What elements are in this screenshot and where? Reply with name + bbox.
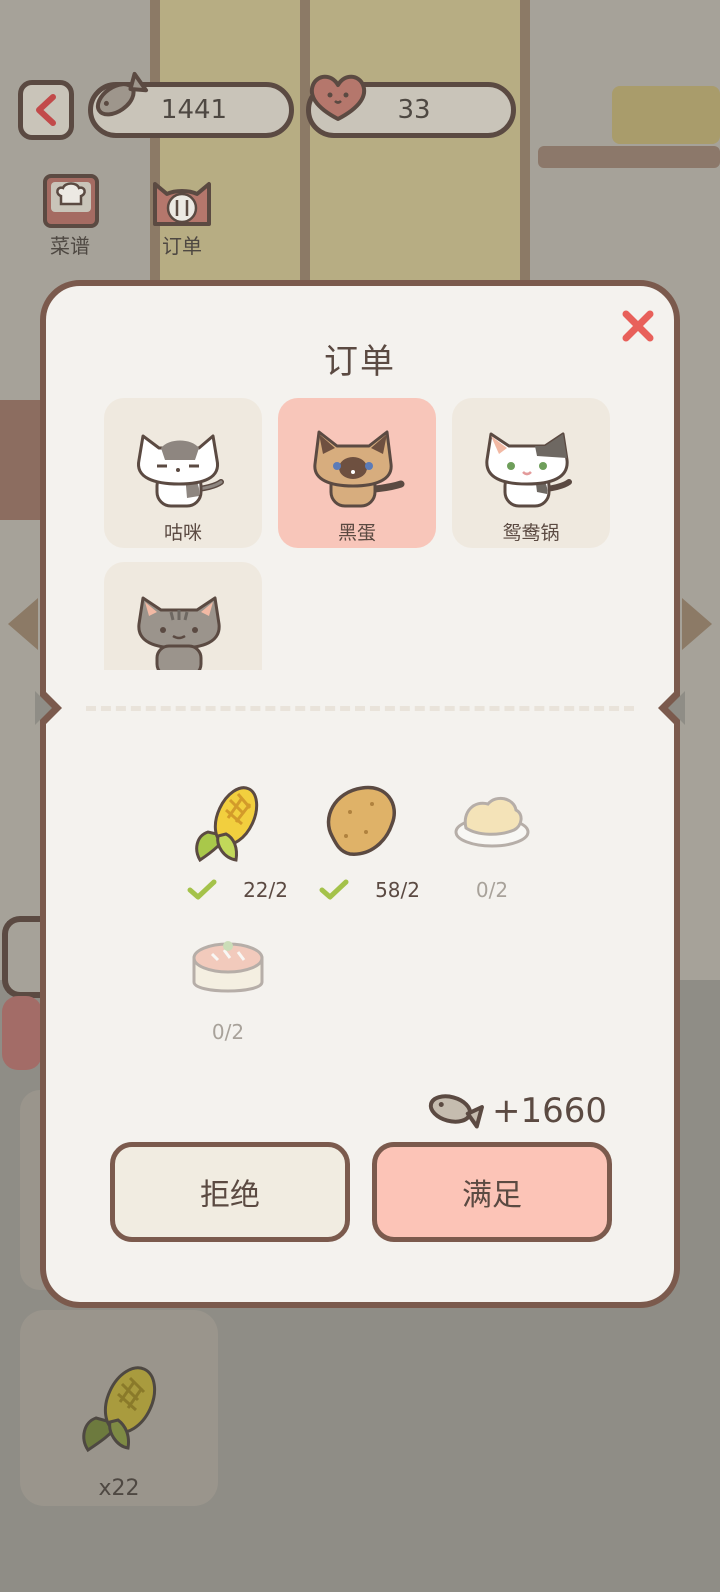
order-dialog: 订单 咕咪 黑蛋 鸳鸯锅 22/2 58/2 0/2 0/2 +1660 拒绝 … [35, 280, 685, 1308]
dialog-title: 订单 [324, 342, 396, 382]
heart-icon [309, 74, 367, 121]
back-button[interactable] [18, 80, 74, 140]
reject-button[interactable]: 拒绝 [110, 1142, 350, 1242]
calico-cat-icon [485, 432, 572, 508]
check-icon [319, 879, 349, 900]
rice-plate-icon [454, 796, 530, 848]
ingredient-item: 0/2 [168, 928, 288, 1044]
orders-button[interactable]: 订单 [142, 170, 222, 259]
ingredient-count-text: 58/2 [375, 878, 420, 902]
ingredient-count-text: 22/2 [243, 878, 288, 902]
cat-card[interactable] [104, 562, 262, 670]
corn-icon [82, 1366, 157, 1453]
ingredient-count: 58/2 [300, 878, 420, 902]
ingredient-count-text: 0/2 [211, 1020, 245, 1044]
window-frame [300, 0, 310, 280]
dashed-divider [86, 706, 634, 711]
cat-name: 鸳鸯锅 [502, 522, 560, 544]
ingredient-count: 22/2 [168, 878, 288, 902]
chevron-left-icon [36, 94, 56, 126]
prev-arrow [8, 598, 38, 650]
check-icon [187, 879, 217, 900]
fish-icon [428, 1094, 484, 1129]
cat-card[interactable]: 咕咪 [104, 398, 262, 548]
fish-icon [95, 71, 149, 117]
recipe-book-icon [43, 174, 99, 228]
dialog-notch-left [35, 686, 62, 730]
recipe-button[interactable]: 菜谱 [30, 170, 110, 259]
orders-label: 订单 [162, 234, 202, 258]
tabby-cat-icon [137, 596, 221, 670]
fish-cake-icon [192, 941, 264, 993]
ingredient-item: 58/2 [300, 782, 420, 902]
corn-icon [195, 786, 259, 862]
next-arrow [682, 598, 712, 650]
fish-currency: 1441 [88, 71, 294, 138]
background-tab [2, 996, 42, 1070]
ingredient-count: 0/2 [168, 1020, 288, 1044]
reward: +1660 [424, 1086, 607, 1136]
reward-amount: +1660 [492, 1091, 608, 1131]
accept-button[interactable]: 满足 [372, 1142, 612, 1242]
siamese-cat-icon [313, 430, 405, 508]
cat-list: 咕咪 黑蛋 鸳鸯锅 [104, 398, 624, 670]
grey-white-cat-icon [137, 434, 224, 508]
cat-bowl-icon [153, 182, 211, 226]
cat-name: 咕咪 [163, 522, 202, 544]
dialog-notch-right [658, 686, 685, 730]
ingredient-item: 22/2 [168, 782, 288, 902]
cat-card[interactable]: 鸳鸯锅 [452, 398, 610, 548]
accept-label: 满足 [462, 1178, 522, 1213]
recipe-label: 菜谱 [50, 234, 90, 258]
heart-count: 33 [397, 95, 431, 125]
ingredient-count: 0/2 [432, 878, 552, 902]
ingredient-count-text: 0/2 [475, 878, 509, 902]
cat-name: 黑蛋 [337, 522, 376, 544]
heart-currency: 33 [306, 74, 516, 138]
wall-shelf [538, 146, 720, 168]
potato-icon [326, 785, 396, 856]
shelf-items [612, 86, 720, 144]
reject-label: 拒绝 [200, 1178, 260, 1213]
inventory-quantity: x22 [98, 1476, 140, 1501]
cat-card-selected[interactable]: 黑蛋 [278, 398, 436, 548]
ingredient-item: 0/2 [432, 782, 552, 902]
fish-count: 1441 [160, 95, 228, 125]
